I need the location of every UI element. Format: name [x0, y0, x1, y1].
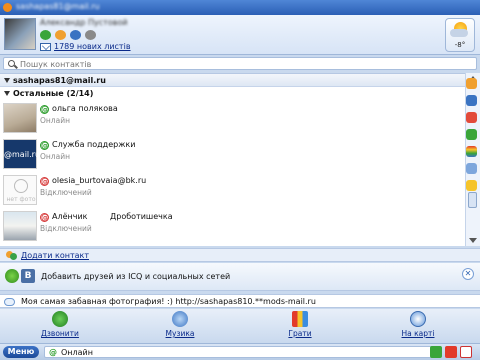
video-status-icon[interactable]: [85, 30, 96, 40]
agent-online-icon[interactable]: [430, 346, 442, 358]
side-app-icons: [466, 78, 477, 191]
weather-temp: -8°: [454, 41, 466, 49]
music-label: Музика: [165, 329, 195, 338]
mail-notice: 1789 нових листів: [40, 42, 131, 51]
contact-list: sashapas81@mail.ru Остальные (2/14) @ ол…: [0, 73, 465, 246]
profile-header: Александр Пустовой 1789 нових листів -8°: [0, 15, 480, 55]
window-titlebar: sashapas81@mail.ru: [0, 0, 480, 15]
contact-item[interactable]: @mail.ru @ Служба поддержки Онлайн: [0, 136, 465, 172]
cloud-app-icon[interactable]: [466, 163, 477, 174]
friends-app-icon[interactable]: [466, 78, 477, 89]
offline-status-icon: @: [40, 177, 49, 186]
icq-icon: [5, 269, 19, 283]
promo-text[interactable]: Добавить друзей из ICQ и социальных сете…: [41, 272, 230, 281]
contact-avatar: @mail.ru: [3, 139, 41, 169]
mail-app-icon[interactable]: [466, 112, 477, 123]
speech-bubble-icon: [4, 298, 15, 306]
status-message-bar[interactable]: Моя самая забавная фотография! :) http:/…: [0, 294, 480, 308]
contact-name: Служба поддержки: [52, 140, 136, 149]
new-mail-link[interactable]: 1789 нових листів: [54, 42, 131, 51]
agent-status-icon[interactable]: [40, 30, 51, 40]
menu-button[interactable]: Меню: [3, 346, 39, 358]
contact-search[interactable]: [3, 57, 477, 70]
current-status-label: Онлайн: [61, 348, 93, 357]
games-button[interactable]: Грати: [270, 311, 330, 342]
contact-item[interactable]: нет фото @ olesia_burtovaia@bk.ru Відклю…: [0, 172, 465, 208]
music-icon: [172, 311, 188, 327]
yandex-icon[interactable]: [460, 346, 472, 358]
status-selector[interactable]: @ Онлайн: [44, 346, 440, 358]
bottom-status-bar: Меню @ Онлайн: [0, 343, 480, 360]
online-status-icon: @: [49, 348, 57, 357]
scroll-thumb[interactable]: [468, 192, 477, 208]
contact-name: olesia_burtovaia@bk.ru: [52, 176, 147, 185]
add-contact-bar[interactable]: Додати контакт: [0, 248, 480, 262]
contact-extra-name: Дроботишечка: [110, 212, 173, 221]
contact-avatar: [3, 103, 37, 133]
envelope-icon: [40, 42, 51, 51]
service-status-icons: [40, 30, 96, 40]
contact-avatar: нет фото: [3, 175, 37, 205]
status-message-text[interactable]: Моя самая забавная фотография! :) http:/…: [21, 297, 316, 306]
online-status-icon: @: [40, 141, 49, 150]
agent-app-icon[interactable]: [466, 129, 477, 140]
phone-icon: [52, 311, 68, 327]
contact-status: Онлайн: [40, 116, 70, 125]
scroll-down-icon[interactable]: [469, 238, 477, 243]
games-label: Грати: [288, 329, 312, 338]
no-photo-label: нет фото: [6, 196, 36, 203]
group-header-account[interactable]: sashapas81@mail.ru: [0, 74, 465, 87]
close-promo-icon[interactable]: ✕: [462, 268, 474, 280]
jabber-status-icon[interactable]: [70, 30, 81, 40]
contact-item[interactable]: @ ольга полякова Онлайн: [0, 100, 465, 136]
cloud-icon: [450, 29, 468, 37]
group-title: sashapas81@mail.ru: [13, 76, 106, 85]
mailru-logo: @mail.ru: [4, 150, 41, 159]
folder-app-icon[interactable]: [466, 180, 477, 191]
contact-item[interactable]: @ Алёнчик Дроботишечка Відключений: [0, 208, 465, 244]
promo-icons: B: [5, 269, 35, 283]
games-icon: [292, 311, 308, 327]
online-status-icon: @: [40, 105, 49, 114]
contact-status: Онлайн: [40, 152, 70, 161]
window-title: sashapas81@mail.ru: [16, 2, 100, 11]
contact-status: Відключений: [40, 224, 92, 233]
group-title: Остальные (2/14): [13, 89, 94, 98]
contact-name: ольга полякова: [52, 104, 118, 113]
no-photo-silhouette-icon: [14, 179, 28, 193]
collapse-triangle-icon[interactable]: [4, 78, 10, 83]
games-app-icon[interactable]: [466, 95, 477, 106]
add-contact-icon: [6, 251, 17, 260]
bottom-toolbar: Дзвонити Музика Грати На карті: [0, 309, 480, 343]
search-icon: [8, 60, 15, 67]
contact-avatar: [3, 211, 37, 241]
music-button[interactable]: Музика: [150, 311, 210, 342]
map-button[interactable]: На карті: [388, 311, 448, 342]
rainbow-app-icon[interactable]: [466, 146, 477, 157]
icq-status-icon[interactable]: [55, 30, 66, 40]
compass-icon: [410, 311, 426, 327]
bottom-icons: [430, 346, 472, 358]
contact-item[interactable]: @: [0, 244, 465, 246]
group-header-others[interactable]: Остальные (2/14): [0, 87, 465, 100]
collapse-triangle-icon[interactable]: [4, 91, 10, 96]
weather-widget[interactable]: -8°: [445, 18, 475, 52]
vkontakte-icon: B: [21, 269, 35, 283]
contact-status: Відключений: [40, 188, 92, 197]
search-input[interactable]: [20, 59, 460, 69]
red-app-icon[interactable]: [445, 346, 457, 358]
map-label: На карті: [401, 329, 435, 338]
call-button[interactable]: Дзвонити: [30, 311, 90, 342]
mailru-agent-icon: [3, 3, 12, 12]
contact-name: Алёнчик: [52, 212, 88, 221]
add-contact-link[interactable]: Додати контакт: [21, 251, 89, 260]
call-label: Дзвонити: [41, 329, 79, 338]
profile-name[interactable]: Александр Пустовой: [40, 18, 128, 27]
profile-avatar[interactable]: [4, 18, 36, 50]
promo-banner[interactable]: B Добавить друзей из ICQ и социальных се…: [0, 263, 480, 291]
offline-status-icon: @: [40, 213, 49, 222]
